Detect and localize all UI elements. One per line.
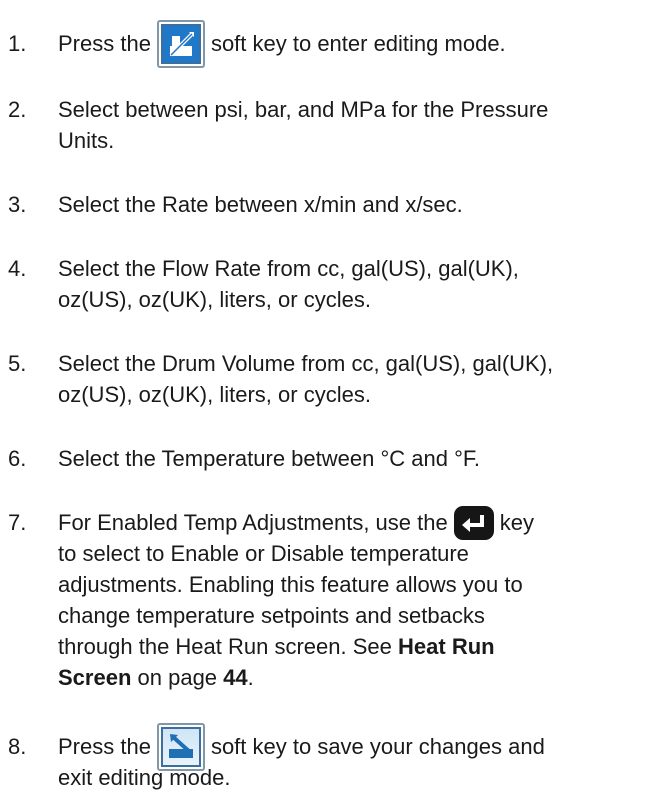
step-text-before: through the Heat Run screen. See (58, 634, 392, 659)
section-link: Screen (58, 665, 132, 690)
step-number: 2. (8, 97, 27, 122)
step-line: Screen on page 44. (58, 662, 643, 693)
step-text-before: Press the (58, 31, 151, 56)
step-text: For Enabled Temp Adjustments, use the key… (58, 506, 643, 693)
step-text-end: . (247, 665, 254, 690)
step-text: Select the Rate between x/min and x/sec. (58, 189, 643, 220)
step-text-after: soft key to save your changes and (210, 734, 545, 759)
step-line: oz(US), oz(UK), liters, or cycles. (58, 287, 371, 312)
save-exit-softkey-icon (156, 723, 205, 772)
section-link: Heat Run (398, 634, 495, 659)
step-line: exit editing mode. (58, 765, 231, 790)
enter-key-icon (453, 506, 494, 541)
step-text: Select the Drum Volume from cc, gal(US),… (58, 348, 643, 410)
step-text-after: soft key to enter editing mode. (210, 31, 506, 56)
step-number: 3. (8, 192, 27, 217)
step-line: Select between psi, bar, and MPa for the… (58, 97, 549, 122)
step-number: 5. (8, 351, 27, 376)
step-number: 8. (8, 734, 27, 759)
step-text-after: key (499, 510, 534, 535)
step-line: Select the Drum Volume from cc, gal(US),… (58, 351, 554, 376)
step-text-mid: on page (137, 665, 218, 690)
step-number: 4. (8, 256, 27, 281)
step-line: to select to Enable or Disable temperatu… (58, 541, 469, 566)
step-line: adjustments. Enabling this feature allow… (58, 572, 523, 597)
edit-softkey-icon (156, 20, 205, 69)
step-text-before: Press the (58, 734, 151, 759)
step-number: 7. (8, 510, 27, 535)
step-line: change temperature setpoints and setback… (58, 603, 485, 628)
page-reference: 44 (223, 665, 248, 690)
step-text: Select between psi, bar, and MPa for the… (58, 94, 643, 156)
step-line: Press the soft key to save your changes a… (58, 723, 643, 772)
step-line: For Enabled Temp Adjustments, use the key (58, 506, 643, 541)
step-line: through the Heat Run screen. See Heat Ru… (58, 631, 643, 662)
step-text: Press the soft key to enter editing mode. (58, 20, 643, 69)
step-line: oz(US), oz(UK), liters, or cycles. (58, 382, 371, 407)
step-text-before: For Enabled Temp Adjustments, use the (58, 510, 448, 535)
step-number: 1. (8, 31, 27, 56)
step-text: Press the soft key to save your changes a… (58, 723, 643, 793)
step-line: Select the Flow Rate from cc, gal(US), g… (58, 256, 519, 281)
step-line: Select the Rate between x/min and x/sec. (58, 192, 463, 217)
step-line: Select the Temperature between °C and °F… (58, 446, 480, 471)
step-text: Select the Temperature between °C and °F… (58, 443, 643, 474)
step-number: 6. (8, 446, 27, 471)
step-line: Units. (58, 128, 115, 153)
step-text: Select the Flow Rate from cc, gal(US), g… (58, 253, 643, 315)
